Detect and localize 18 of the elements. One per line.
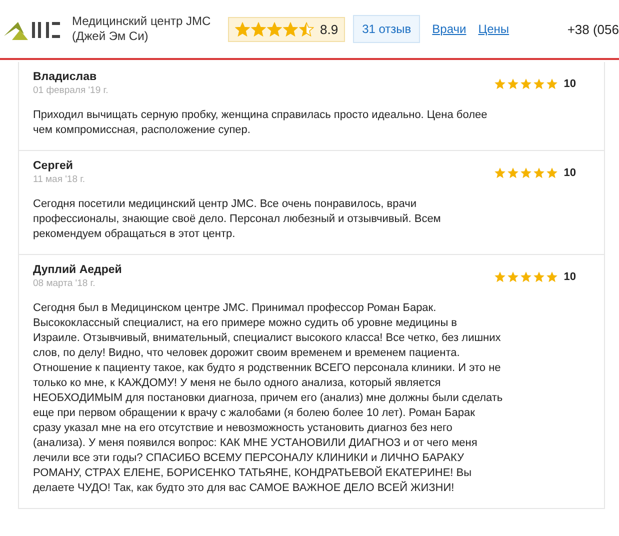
reviews-button[interactable]: 31 отзыв xyxy=(353,15,420,43)
review-date: 08 марта '18 г. xyxy=(33,278,96,289)
review-author: Сергей xyxy=(33,160,74,172)
review-text: Приходил вычищать серную пробку, женщина справилась просто идеально. Цена более чем компромиссная, расположение супер. xyxy=(33,108,488,138)
review-score: 10 xyxy=(564,78,576,90)
clinic-name: Медицинский центр JMC (Джей Эм Си) xyxy=(72,14,212,44)
review-score: 10 xyxy=(564,166,576,178)
review-text: Сегодня посетили медицинский центр JMC. Все очень понравилось, врачи профессионалы, знающие своё дело. Персонал любезный и отзывчивый. Всем рекомендуем обращаться в этот центр. xyxy=(33,197,442,242)
review-text: Сегодня был в Медицинском центре JMC. Принимал профессор Роман Барак. Высококлассный специалист, на его примере можно судить об уровне медицины в Израиле. Отзывчивый, внимательный, специалист высокого класса! Все четко, без лишних слов, по делу! Видно, что человек дорожит своим временем и временем пациента. Отношение к пациенту такое, как будто я родственник ВСЕГО персонала клиники. И это не только ко мне, к КАЖДОМУ! У меня не было одного анализа, который является НЕОБХОДИМЫМ для постановки диагноза, причем его (анализ) мне должны были сделать еще при первом обращении к врачу с жалобами (я болею более 10 лет). Роман Барак сразу указал мне на его отсутствие и невозможность установить диагноз без него (анализа). У меня появился вопрос: КАК МНЕ УСТАНОВИЛИ ДИАГНОЗ и от чего меня лечили все эти годы? СПАСИБО ВСЕМУ ПЕРСОНАЛУ КЛИНИКИ и ЛИЧНО БАРАКУ РОМАНУ, СТРАХ ЕЛЕНЕ, БОРИСЕНКО ТАТЬЯНЕ, КОНДРАТЬЕВОЙ ЕКАТЕРИНЕ! Вы делаете ЧУДО! Так, как будто это для вас САМОЕ ВАЖНОЕ ДЕЛО ВСЕЙ ЖИЗНИ! xyxy=(33,301,503,496)
review-author: Владислав xyxy=(33,71,98,83)
nav-link[interactable]: Цены xyxy=(478,22,510,36)
rating-score: 8.9 xyxy=(320,22,338,36)
review-date: 01 февраля '19 г. xyxy=(33,85,108,96)
review-author: Дуплий Аедрей xyxy=(33,264,122,276)
review-date: 11 мая '18 г. xyxy=(33,174,86,185)
nav-link[interactable]: Врачи xyxy=(432,22,466,36)
review-score: 10 xyxy=(564,270,576,282)
phone-number: +38 (056 xyxy=(567,22,619,36)
